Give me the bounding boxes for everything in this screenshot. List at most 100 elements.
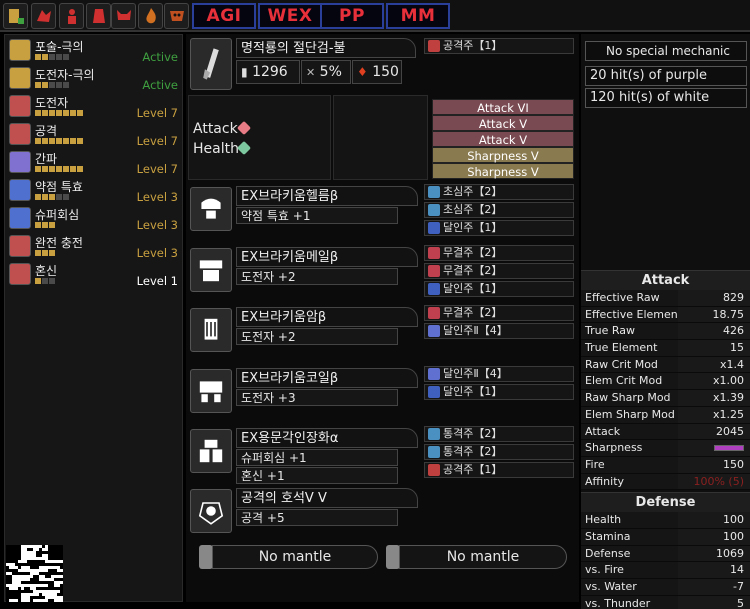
skill-level: Level 3 (136, 190, 178, 204)
hunter-icon[interactable] (59, 3, 84, 29)
deco-slot[interactable]: 달인주Ⅱ【4】 (424, 323, 574, 339)
hits-white: 120 hit(s) of white (585, 88, 747, 108)
deco-slot[interactable]: 무결주【2】 (424, 305, 574, 321)
deco-slot[interactable]: 초심주【2】 (424, 184, 574, 200)
flame-icon[interactable] (138, 3, 163, 29)
deco-slot[interactable]: 공격주【1】 (424, 462, 574, 478)
stat-row: True Element 15 (581, 340, 750, 357)
armor-name[interactable]: 공격의 호석Ⅴ Ⅴ (236, 488, 418, 508)
skill-level: Active (142, 50, 178, 64)
arms-icon[interactable] (190, 308, 232, 352)
weapon-name[interactable]: 명적룡의 절단검-불 (236, 38, 416, 58)
mantle-1-handle (199, 545, 213, 569)
skill-level: Level 7 (136, 162, 178, 176)
chest-icon[interactable] (190, 248, 232, 292)
stat-row: Stamina 100 (581, 528, 750, 546)
skill-pip (49, 250, 55, 256)
deco-slot[interactable]: 통격주【2】 (424, 426, 574, 442)
pp-button[interactable]: PP (320, 3, 384, 29)
skill-level: Level 1 (136, 274, 178, 288)
agi-button[interactable]: AGI (192, 3, 256, 29)
ramp-bonus[interactable]: Attack V (432, 115, 574, 131)
weapon-deco-slot[interactable]: 공격주【1】 (424, 38, 574, 54)
skill-pip (49, 138, 55, 144)
stat-row: Elem Crit Mod x1.00 (581, 373, 750, 391)
deco-slot[interactable]: 달인주【1】 (424, 384, 574, 400)
skill-pips (35, 110, 83, 116)
deco-gem-icon (428, 446, 440, 458)
skill-name: 슈퍼회심 (35, 208, 80, 222)
skill-pips (35, 82, 69, 88)
helmet-icon[interactable] (190, 187, 232, 231)
deco-gem-icon (428, 428, 440, 440)
skill-pip (35, 82, 41, 88)
armor-skill: 도전자 +3 (236, 389, 398, 406)
skill-row[interactable]: 포술-극의 Active (7, 37, 182, 64)
skill-pip (56, 82, 62, 88)
stat-label: Stamina (581, 528, 678, 546)
skill-row[interactable]: 공격 Level 7 (7, 121, 182, 148)
deco-slot[interactable]: 달인주【1】 (424, 281, 574, 297)
fire-monster-icon[interactable] (31, 3, 56, 29)
charge-blade-icon[interactable] (190, 38, 232, 90)
armor-name[interactable]: EX브라키움메일β (236, 247, 418, 267)
deco-label: 달인주【1】 (443, 221, 503, 234)
armor-skill: 혼신 +1 (236, 467, 398, 484)
deco-label: 무결주【2】 (443, 264, 503, 277)
stat-row: Effective Raw 829 (581, 290, 750, 307)
deco-slot[interactable]: 무결주【2】 (424, 263, 574, 279)
skill-row[interactable]: 약점 특효 Level 3 (7, 177, 182, 204)
ramp-attack-label: Attack (193, 121, 238, 137)
demon-icon[interactable] (111, 3, 136, 29)
armor-name[interactable]: EX브라키움암β (236, 307, 418, 327)
deco-slot[interactable]: 달인주【1】 (424, 220, 574, 236)
armor-name[interactable]: EX브라키움헬름β (236, 186, 418, 206)
waist-icon[interactable] (190, 369, 232, 413)
ramp-bonus[interactable]: Sharpness V (432, 147, 574, 163)
barrel-icon[interactable] (86, 3, 111, 29)
armor-name[interactable]: EX용문각인장화α (236, 428, 418, 448)
stat-row: vs. Water -7 (581, 579, 750, 596)
weapon-element-box: ♦ 150 (352, 60, 402, 84)
skill-pip (56, 138, 62, 144)
skill-row[interactable]: 도전자 Level 7 (7, 93, 182, 120)
armor-name[interactable]: EX브라키움코일β (236, 368, 418, 388)
skill-row[interactable]: 혼신 Level 1 (7, 261, 182, 288)
stat-value: 18.75 (678, 306, 750, 324)
skill-row[interactable]: 슈퍼회심 Level 3 (7, 205, 182, 232)
mm-button[interactable]: MM (386, 3, 450, 29)
deco-slot[interactable]: 통격주【2】 (424, 444, 574, 460)
ramp-bonus[interactable]: Sharpness V (432, 163, 574, 179)
ramp-health-label: Health (193, 141, 239, 157)
stat-value: -7 (678, 579, 750, 596)
skill-pip (35, 54, 41, 60)
legs-icon[interactable] (190, 429, 232, 473)
skill-row[interactable]: 완전 충전 Level 3 (7, 233, 182, 260)
ramp-bonus[interactable]: Attack V (432, 131, 574, 147)
skill-pip (49, 278, 55, 284)
mask-icon[interactable] (164, 3, 189, 29)
mantle-slot-1[interactable]: No mantle (212, 545, 378, 569)
skill-row[interactable]: 도전자-극의 Active (7, 65, 182, 92)
deco-label: 달인주Ⅱ【4】 (443, 324, 508, 337)
ramp-bonus[interactable]: Attack VI (432, 99, 574, 115)
deco-slot[interactable]: 달인주Ⅱ【4】 (424, 366, 574, 382)
deco-slot[interactable]: 초심주【2】 (424, 202, 574, 218)
deco-slot[interactable]: 무결주【2】 (424, 245, 574, 261)
mantle-slot-2[interactable]: No mantle (399, 545, 567, 569)
stat-row: vs. Fire 14 (581, 562, 750, 579)
wex-button[interactable]: WEX (258, 3, 322, 29)
stat-row: Attack 2045 (581, 423, 750, 441)
skill-pip (42, 278, 48, 284)
deco-label: 달인주【1】 (443, 385, 503, 398)
talisman-icon[interactable] (190, 489, 232, 533)
skill-pip (63, 166, 69, 172)
skill-row[interactable]: 간파 Level 7 (7, 149, 182, 176)
deco-gem-icon (428, 386, 440, 398)
skill-pip (63, 194, 69, 200)
skill-panel: 포술-극의 Active 도전자-극의 Active 도전자 Level 7 공격 Level… (4, 34, 183, 602)
loadout-icon[interactable] (3, 3, 28, 29)
skill-name: 도전자-극의 (35, 68, 95, 82)
skill-pips (35, 278, 55, 284)
stat-value: 829 (678, 290, 750, 307)
